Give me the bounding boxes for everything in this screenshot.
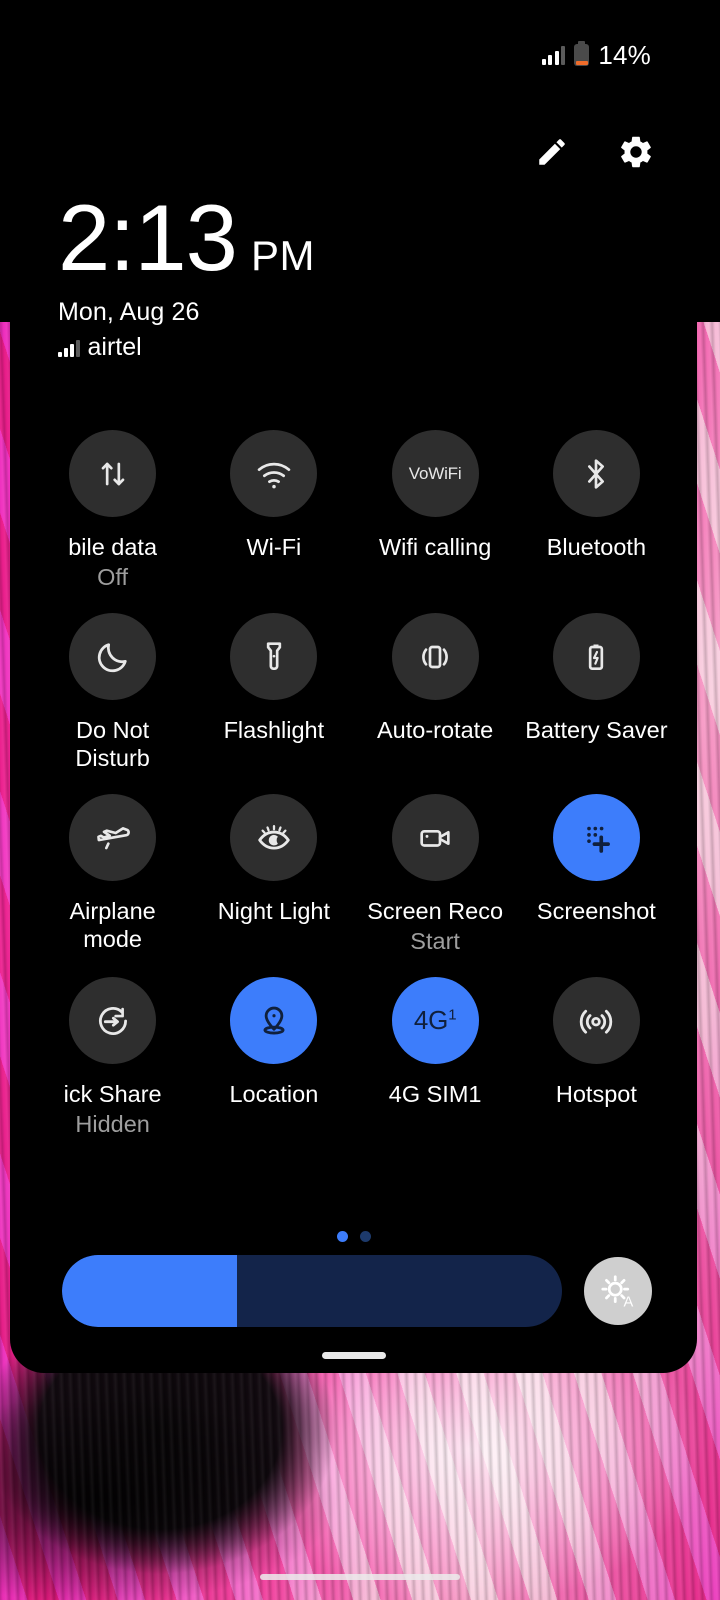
tile-ick-share[interactable]: ick Share Hidden [32, 977, 193, 1138]
tile-bile-data[interactable]: bile data Off [32, 430, 193, 591]
vowifi-text-icon[interactable]: VoWiFi [391, 430, 479, 517]
tile-flashlight[interactable]: Flashlight [193, 613, 354, 772]
four-g-text-icon[interactable]: 4G1 [391, 977, 479, 1064]
auto-rotate-icon[interactable] [391, 613, 479, 700]
battery-low-icon [574, 41, 590, 66]
brightness-slider[interactable] [62, 1255, 562, 1327]
tile-sublabel: Start [410, 928, 460, 954]
battery-percent-label: 14% [598, 39, 651, 70]
quick-settings-panel: 14% 2:13 PM Mon, Aug 26 airtel bile data… [10, 0, 697, 1373]
pencil-edit-icon[interactable] [531, 131, 573, 173]
tile-screen-reco[interactable]: Screen Reco Start [355, 794, 516, 955]
page-dot-2[interactable] [359, 1231, 371, 1242]
tile-auto-rotate[interactable]: Auto-rotate [355, 613, 516, 772]
tile-label: Wifi calling [378, 534, 492, 560]
bluetooth-icon[interactable] [552, 430, 640, 517]
tile-location[interactable]: Location [193, 977, 354, 1138]
quick-settings-tiles-grid: bile data Off Wi-Fi VoWiFi Wifi calling Bluet… [32, 430, 677, 1138]
page-dot-1[interactable] [336, 1231, 348, 1242]
panel-header [531, 131, 657, 173]
tile-label: Flashlight [223, 717, 325, 743]
tile-sublabel: Hidden [75, 1111, 150, 1137]
clock-block[interactable]: 2:13 PM Mon, Aug 26 airtel [58, 185, 315, 362]
moon-icon[interactable] [69, 613, 157, 700]
tile-hotspot[interactable]: Hotspot [516, 977, 677, 1138]
carrier-row: airtel [58, 333, 315, 362]
airplane-icon[interactable] [69, 794, 157, 881]
tile-airplane-mode[interactable]: Airplane mode [32, 794, 193, 955]
tile-label: 4G SIM1 [388, 1081, 482, 1107]
location-pin-icon[interactable] [230, 977, 318, 1064]
flashlight-icon[interactable] [230, 613, 318, 700]
tile-label: Bluetooth [546, 534, 647, 560]
panel-drag-handle[interactable] [321, 1352, 386, 1359]
tile-wifi-calling[interactable]: VoWiFi Wifi calling [355, 430, 516, 591]
hotspot-icon[interactable] [552, 977, 640, 1064]
tile-label: Wi-Fi [246, 534, 302, 560]
status-bar: 14% [541, 38, 651, 72]
quick-share-icon[interactable] [69, 977, 157, 1064]
mobile-data-arrows-icon[interactable] [69, 430, 157, 517]
night-light-eye-icon[interactable] [230, 794, 318, 881]
signal-bars-icon [541, 45, 566, 65]
tile-4g-sim1[interactable]: 4G1 4G SIM1 [355, 977, 516, 1138]
tile-battery-saver[interactable]: Battery Saver [516, 613, 677, 772]
tile-label: Screenshot [536, 898, 656, 924]
tile-label: Hotspot [555, 1081, 637, 1107]
auto-brightness-sun-a-icon[interactable]: A [584, 1257, 652, 1325]
tile-night-light[interactable]: Night Light [193, 794, 354, 955]
tile-sublabel: Off [97, 564, 129, 590]
clock-ampm: PM [250, 232, 315, 279]
svg-text:A: A [624, 1295, 634, 1311]
brightness-row: A [62, 1255, 652, 1327]
tile-label: Auto-rotate [376, 717, 494, 743]
clock-date: Mon, Aug 26 [58, 298, 200, 326]
wifi-icon[interactable] [230, 430, 318, 517]
vowifi-label: VoWiFi [408, 463, 462, 483]
tile-label: Do Not Disturb [75, 717, 150, 771]
home-gesture-pill[interactable] [260, 1574, 460, 1580]
battery-bolt-icon[interactable] [552, 613, 640, 700]
brightness-slider-fill [62, 1255, 237, 1327]
tile-do-not-disturb[interactable]: Do Not Disturb [32, 613, 193, 772]
tile-label: Airplane mode [69, 898, 156, 952]
tile-label: Night Light [217, 898, 331, 924]
clock-row: 2:13 PM [58, 185, 315, 290]
tile-wi-fi[interactable]: Wi-Fi [193, 430, 354, 591]
clock-time: 2:13 [58, 185, 238, 290]
tile-label: Location [229, 1081, 319, 1107]
screenshot-crosshair-icon[interactable] [552, 794, 640, 881]
gear-icon[interactable] [615, 131, 657, 173]
carrier-signal-bars-icon [58, 338, 80, 357]
tile-label: ick Share [63, 1081, 162, 1107]
tile-label: Battery Saver [525, 717, 668, 743]
video-camera-icon[interactable] [391, 794, 479, 881]
carrier-name-label: airtel [87, 333, 142, 361]
tile-bluetooth[interactable]: Bluetooth [516, 430, 677, 591]
tile-label: bile data [68, 534, 158, 560]
tile-screenshot[interactable]: Screenshot [516, 794, 677, 955]
tile-label: Screen Reco [367, 898, 504, 924]
four-g-label: 4G1 [413, 1005, 457, 1035]
page-indicator-dots [10, 1231, 697, 1242]
